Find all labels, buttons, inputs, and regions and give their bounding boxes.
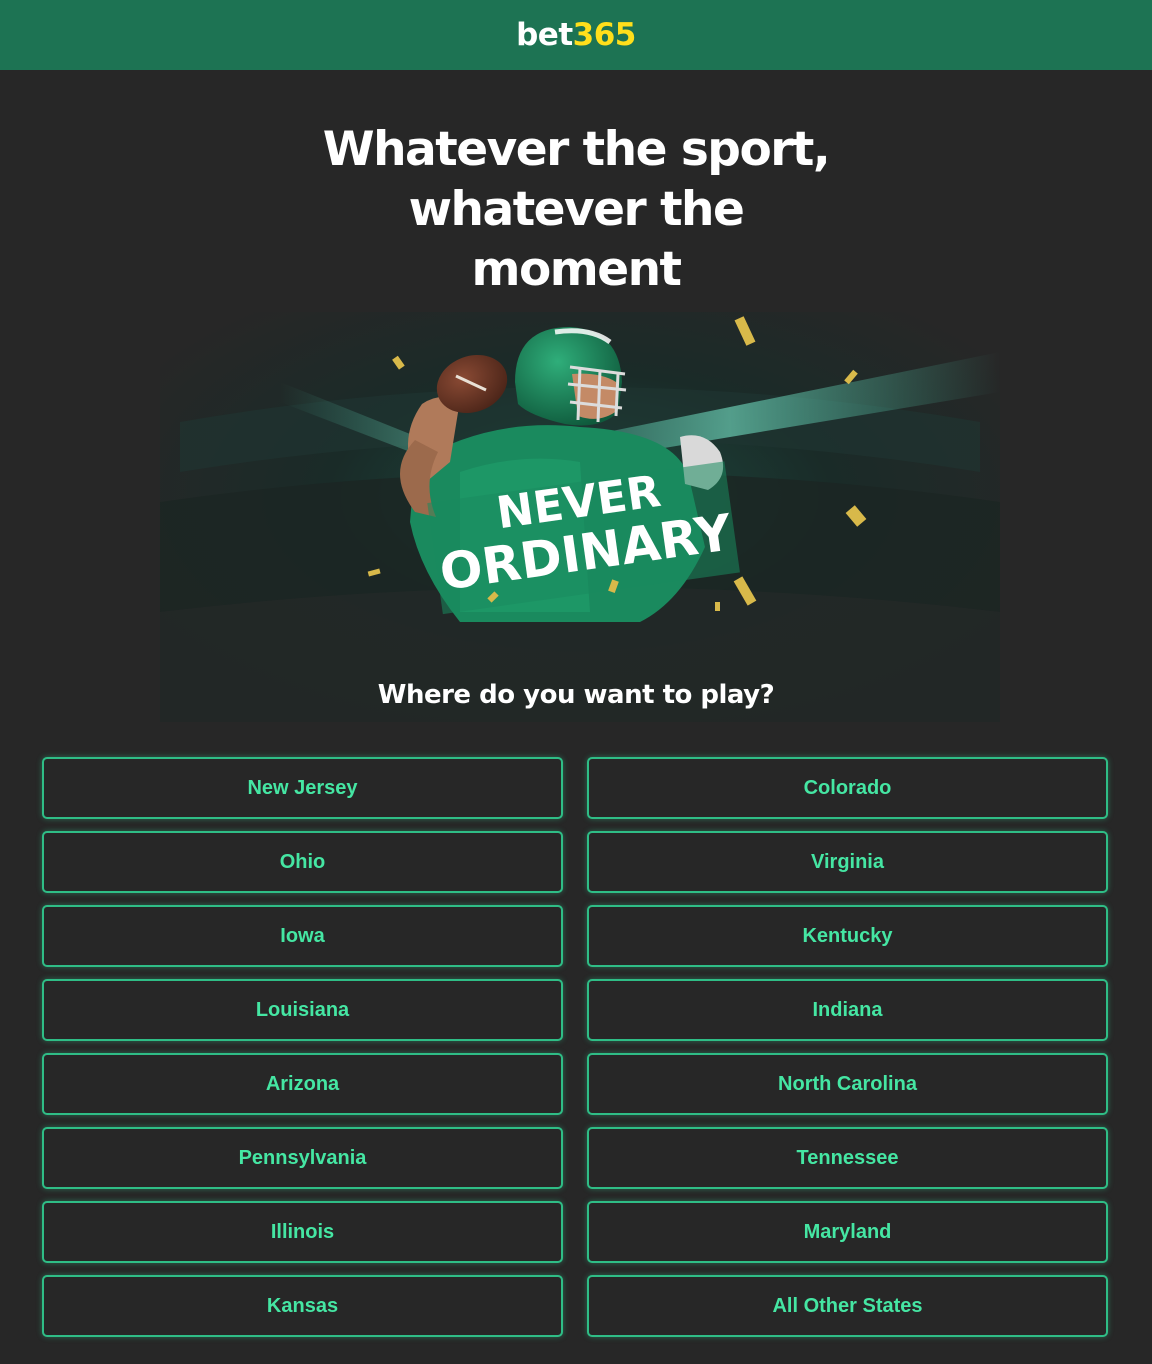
state-button-new-jersey[interactable]: New Jersey (42, 757, 563, 819)
state-button-pennsylvania[interactable]: Pennsylvania (42, 1127, 563, 1189)
state-button-maryland[interactable]: Maryland (587, 1201, 1108, 1263)
headline-line-2: whatever the (408, 182, 745, 237)
state-button-illinois[interactable]: Illinois (42, 1201, 563, 1263)
state-button-colorado[interactable]: Colorado (587, 757, 1108, 819)
page-headline: Whatever the sport, whatever the moment (0, 120, 1152, 300)
location-question: Where do you want to play? (377, 680, 775, 710)
top-bar: bet365 (0, 0, 1152, 70)
headline-line-3: moment (471, 242, 682, 297)
state-button-ohio[interactable]: Ohio (42, 831, 563, 893)
logo-text: bet (516, 16, 573, 53)
headline-line-1: Whatever the sport, (322, 122, 831, 177)
state-button-kentucky[interactable]: Kentucky (587, 905, 1108, 967)
hero-banner-image: NEVER ORDINARY (160, 312, 1000, 722)
state-button-tennessee[interactable]: Tennessee (587, 1127, 1108, 1189)
state-selector-grid: New Jersey Colorado Ohio Virginia Iowa K… (42, 757, 1108, 1337)
state-button-indiana[interactable]: Indiana (587, 979, 1108, 1041)
state-button-iowa[interactable]: Iowa (42, 905, 563, 967)
bet365-logo[interactable]: bet365 (516, 16, 637, 53)
state-button-arizona[interactable]: Arizona (42, 1053, 563, 1115)
state-button-louisiana[interactable]: Louisiana (42, 979, 563, 1041)
state-button-kansas[interactable]: Kansas (42, 1275, 563, 1337)
logo-number: 365 (572, 16, 637, 53)
state-button-north-carolina[interactable]: North Carolina (587, 1053, 1108, 1115)
state-button-all-other-states[interactable]: All Other States (587, 1275, 1108, 1337)
state-button-virginia[interactable]: Virginia (587, 831, 1108, 893)
